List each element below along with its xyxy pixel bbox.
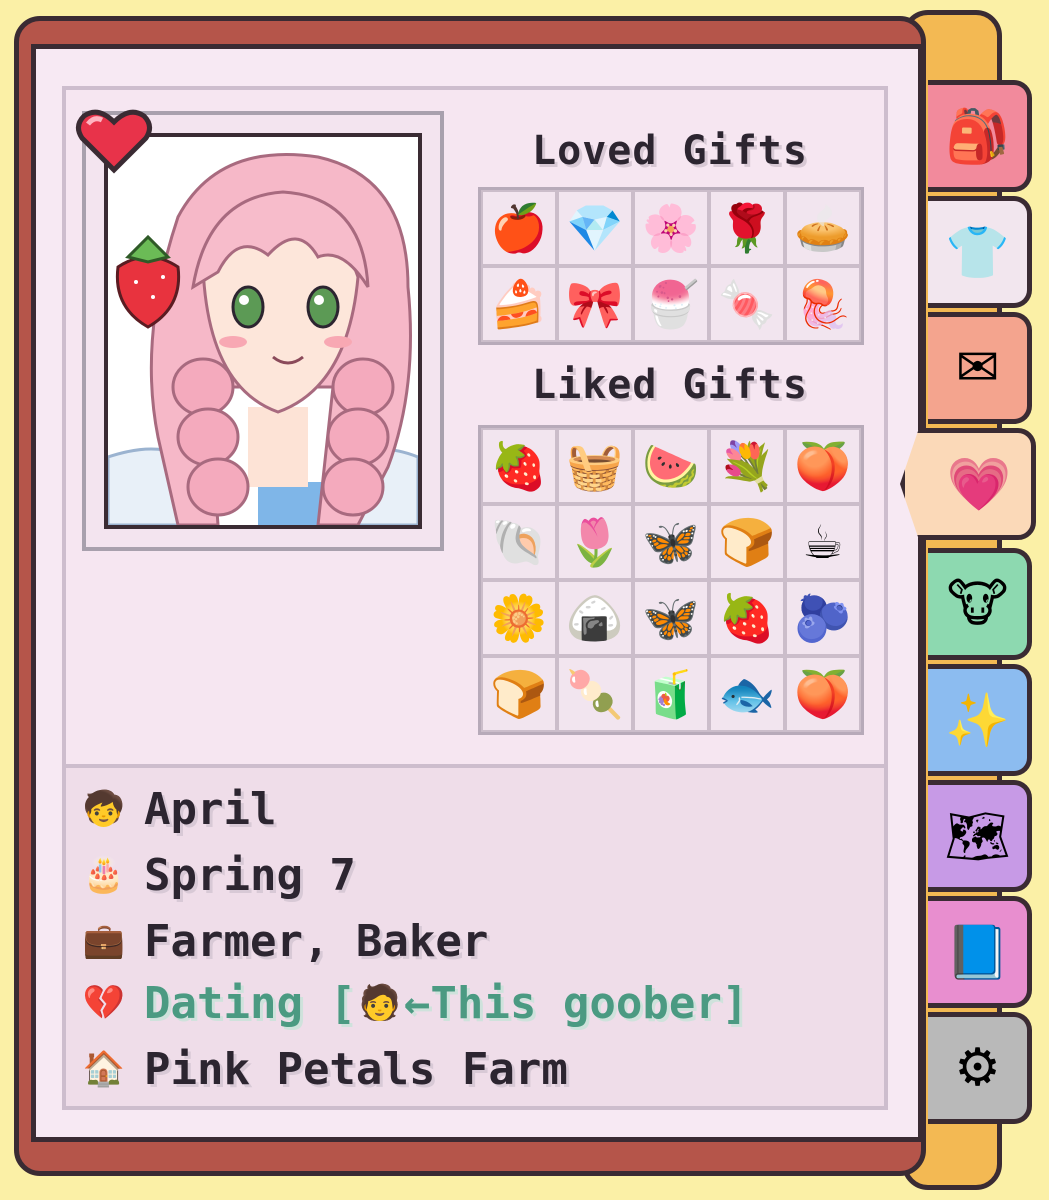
diamond-icon[interactable]: 💎 [557,190,633,266]
apple-icon[interactable]: 🍎 [481,190,557,266]
rainbow-cake-icon[interactable]: 🍞 [709,504,785,580]
butterfly-pink-icon[interactable]: 🦋 [633,504,709,580]
portrait-image [108,137,418,525]
peach-icon[interactable]: 🍑 [785,428,861,504]
heart-icon [76,109,152,174]
book-icon: 📘 [945,922,1010,983]
flowers-icon[interactable]: 🌼 [481,580,557,656]
flower-bouquet-icon[interactable]: 💐 [709,428,785,504]
tab-skills[interactable]: ✨ [928,664,1032,776]
tab-mail[interactable]: ✉ [928,312,1032,424]
strawberry-icon[interactable]: 🍓 [481,428,557,504]
liked-gifts-grid: 🍓 🧺 🍉 💐 🍑 🐚 🌷 🦋 🍞 ☕ 🌼 🍙 🦋 🍓 🫐 🍞 🍡 🧃 🐟 🍑 [478,425,864,735]
shell-icon[interactable]: 🐚 [481,504,557,580]
birthday-value: Spring 7 [144,849,356,901]
broken-heart-icon: 💔 [82,983,126,1023]
candy-icon[interactable]: 🍬 [709,266,785,342]
bread-icon[interactable]: 🍞 [481,656,557,732]
butterfly-blue-icon[interactable]: 🦋 [633,580,709,656]
tab-relationships[interactable]: 💗 [900,428,1036,540]
relationship-prefix: Dating [ [144,977,356,1029]
home-row: 🏠 Pink Petals Farm [78,1042,568,1096]
mochi-icon[interactable]: 🍑 [785,656,861,732]
name-row: 🧒 April [78,782,277,836]
tab-map[interactable]: 🗺 [928,780,1032,892]
gear-icon: ⚙ [954,1038,1001,1098]
tulip-icon[interactable]: 🌷 [557,504,633,580]
loved-gifts-title: Loved Gifts [532,128,808,174]
occupation-value: Farmer, Baker [144,915,489,967]
onigiri-icon[interactable]: 🍙 [557,580,633,656]
flower-basket-icon[interactable]: 🧺 [557,428,633,504]
juice-icon[interactable]: 🧃 [633,656,709,732]
cow-icon: 🐮 [946,574,1009,634]
relationship-row: 💔 Dating [ 🧑 ←This goober] [78,976,748,1030]
pie-icon[interactable]: 🥧 [785,190,861,266]
watermelon-icon[interactable]: 🍉 [633,428,709,504]
briefcase-icon: 💼 [82,921,126,961]
tab-animals[interactable]: 🐮 [928,548,1032,660]
blueberries-icon[interactable]: 🫐 [785,580,861,656]
jellyfish-icon[interactable]: 🪼 [785,266,861,342]
skewer-icon[interactable]: 🍡 [557,656,633,732]
tab-clothing[interactable]: 👕 [928,196,1032,308]
blue-rose-icon[interactable]: 🌹 [709,190,785,266]
birthday-row: 🎂 Spring 7 [78,848,356,902]
partner-face-icon: 🧑 [358,983,402,1023]
tab-settings[interactable]: ⚙ [928,1012,1032,1124]
tab-backpack[interactable]: 🎒 [928,80,1032,192]
sundae-icon[interactable]: 🍧 [633,266,709,342]
pink-blob-icon[interactable]: 🌸 [633,190,709,266]
pink-bow-icon[interactable]: 🎀 [557,266,633,342]
tab-journal[interactable]: 📘 [928,896,1032,1008]
shirt-icon: 👕 [945,222,1010,283]
heart-icon: 💗 [946,454,1012,515]
character-portrait [104,133,422,529]
home-value: Pink Petals Farm [144,1043,568,1095]
envelope-icon: ✉ [955,338,1000,398]
house-icon: 🏠 [82,1049,126,1089]
coffee-icon[interactable]: ☕ [785,504,861,580]
character-face-icon: 🧒 [82,789,126,829]
loved-gifts-grid: 🍎 💎 🌸 🌹 🥧 🍰 🎀 🍧 🍬 🪼 [478,187,864,345]
occupation-row: 💼 Farmer, Baker [78,914,489,968]
fish-icon[interactable]: 🐟 [709,656,785,732]
sparkle-icon: ✨ [945,690,1010,751]
character-name: April [144,783,277,835]
cake-icon[interactable]: 🍰 [481,266,557,342]
berry-icon[interactable]: 🍓 [709,580,785,656]
liked-gifts-title: Liked Gifts [532,362,808,408]
map-icon: 🗺 [944,806,1011,867]
backpack-icon: 🎒 [945,106,1010,167]
relationship-suffix: ←This goober] [403,977,749,1029]
birthday-cake-icon: 🎂 [82,855,126,895]
